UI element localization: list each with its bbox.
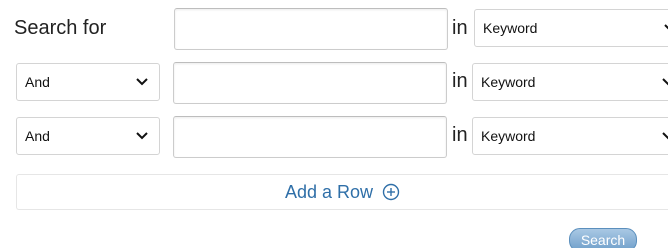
chevron-down-icon: [136, 132, 148, 140]
plus-circle-icon: [382, 183, 400, 200]
chevron-down-icon: [136, 78, 148, 86]
search-term-input-3[interactable]: [173, 116, 447, 158]
field-select-value: Keyword: [481, 74, 536, 90]
chevron-down-icon: [662, 78, 668, 86]
advanced-search-form: Search for in Keyword And in Keyword And…: [0, 0, 668, 248]
in-label-2: in: [452, 70, 468, 92]
chevron-down-icon: [664, 24, 668, 30]
search-button[interactable]: Search: [569, 228, 637, 248]
in-label-1: in: [452, 17, 468, 39]
boolean-operator-select-3[interactable]: And: [16, 117, 160, 155]
in-label-3: in: [452, 124, 468, 146]
field-select-2[interactable]: Keyword: [472, 63, 668, 101]
add-row-label: Add a Row: [284, 182, 374, 202]
boolean-operator-select-2[interactable]: And: [16, 63, 160, 101]
chevron-down-icon: [662, 132, 668, 140]
field-select-3[interactable]: Keyword: [472, 117, 668, 155]
search-term-input-1[interactable]: [174, 8, 448, 50]
search-for-label: Search for: [14, 17, 107, 39]
operator-value: And: [25, 128, 50, 144]
field-select-1[interactable]: Keyword: [474, 9, 668, 47]
field-select-value: Keyword: [481, 128, 536, 144]
operator-value: And: [25, 74, 50, 90]
add-row-button[interactable]: Add a Row: [16, 174, 668, 210]
field-select-value: Keyword: [483, 20, 538, 36]
search-term-input-2[interactable]: [173, 62, 447, 104]
